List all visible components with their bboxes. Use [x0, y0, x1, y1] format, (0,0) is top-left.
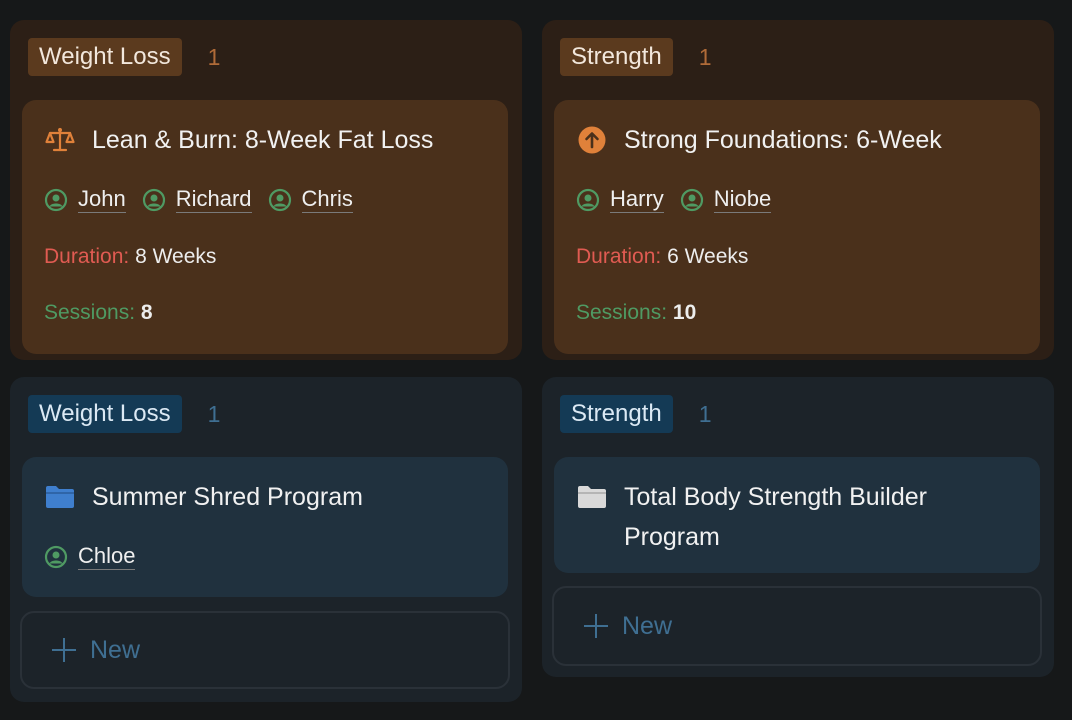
person-icon: [680, 188, 704, 212]
scale-icon: [44, 120, 76, 160]
arrow-up-circle-icon: [576, 120, 608, 160]
board-card[interactable]: Total Body Strength Builder Program: [554, 457, 1040, 573]
person-list: Chloe: [44, 543, 151, 570]
card-title-text: Summer Shred Program: [92, 483, 363, 511]
group-column-strength: Strength 1 Total Body Strength Builder P…: [542, 377, 1054, 677]
duration-value: 8 Weeks: [135, 245, 217, 268]
person-name: John: [78, 186, 126, 213]
person-icon: [576, 188, 600, 212]
person-icon: [142, 188, 166, 212]
group-count: 1: [207, 400, 221, 427]
person-chip[interactable]: Richard: [142, 186, 252, 213]
group-header[interactable]: Weight Loss 1: [28, 395, 220, 433]
board-card[interactable]: Summer Shred Program Chloe: [22, 457, 508, 597]
board-view: Weight Loss 1 Lean & Burn: 8-Week Fat Lo…: [0, 0, 1072, 720]
group-tag: Strength: [560, 38, 673, 76]
card-title: Summer Shred Program: [44, 477, 363, 517]
sessions-value: 8: [140, 301, 153, 324]
duration-property: Duration: 6 Weeks: [576, 245, 748, 269]
folder-icon: [576, 477, 608, 517]
person-chip[interactable]: Chris: [268, 186, 353, 213]
sessions-value: 10: [672, 301, 697, 324]
person-name: Chloe: [78, 543, 136, 570]
sessions-property: Sessions: 10: [576, 301, 696, 325]
plus-icon: [52, 638, 76, 662]
board-card[interactable]: Lean & Burn: 8-Week Fat Loss John Richar…: [22, 100, 508, 354]
person-icon: [44, 188, 68, 212]
person-name: Harry: [610, 186, 664, 213]
person-chip[interactable]: Chloe: [44, 543, 136, 570]
group-column-weight-loss: Weight Loss 1 Summer Shred Program Chloe: [10, 377, 522, 702]
card-title: Total Body Strength Builder Program: [576, 477, 927, 557]
group-count: 1: [698, 43, 712, 70]
group-header[interactable]: Strength 1: [560, 395, 712, 433]
group-tag: Strength: [560, 395, 673, 433]
group-column-strength: Strength 1 Strong Foundations: 6-Week Ha…: [542, 20, 1054, 360]
group-header[interactable]: Strength 1: [560, 38, 712, 76]
plus-icon: [584, 614, 608, 638]
new-card-label: New: [622, 611, 673, 640]
group-tag: Weight Loss: [28, 395, 182, 433]
person-list: Harry Niobe: [576, 186, 787, 213]
person-chip[interactable]: John: [44, 186, 126, 213]
person-chip[interactable]: Harry: [576, 186, 664, 213]
person-icon: [268, 188, 292, 212]
group-tag: Weight Loss: [28, 38, 182, 76]
person-name: Chris: [301, 186, 353, 213]
sessions-label: Sessions:: [576, 301, 668, 324]
sessions-property: Sessions: 8: [44, 301, 153, 325]
card-title-text: Strong Foundations: 6-Week: [624, 126, 942, 154]
person-chip[interactable]: Niobe: [680, 186, 772, 213]
duration-property: Duration: 8 Weeks: [44, 245, 216, 269]
new-card-button[interactable]: New: [20, 611, 510, 689]
sessions-label: Sessions:: [44, 301, 136, 324]
person-name: Niobe: [713, 186, 772, 213]
duration-value: 6 Weeks: [667, 245, 749, 268]
card-title-line: Program: [624, 523, 720, 551]
person-icon: [44, 545, 68, 569]
card-title-line: Total Body Strength Builder: [624, 483, 927, 511]
card-title-text: Lean & Burn: 8-Week Fat Loss: [92, 126, 434, 154]
group-header[interactable]: Weight Loss 1: [28, 38, 220, 76]
person-name: Richard: [175, 186, 252, 213]
group-count: 1: [207, 43, 221, 70]
new-card-button[interactable]: New: [552, 586, 1042, 666]
person-list: John Richard Chris: [44, 186, 369, 213]
group-column-weight-loss: Weight Loss 1 Lean & Burn: 8-Week Fat Lo…: [10, 20, 522, 360]
card-title: Lean & Burn: 8-Week Fat Loss: [44, 120, 433, 160]
folder-icon: [44, 477, 76, 517]
group-count: 1: [698, 400, 712, 427]
duration-label: Duration:: [44, 245, 130, 268]
duration-label: Duration:: [576, 245, 662, 268]
card-title: Strong Foundations: 6-Week: [576, 120, 942, 160]
card-title-text: Total Body Strength Builder Program: [624, 477, 927, 557]
new-card-label: New: [90, 635, 141, 664]
board-card[interactable]: Strong Foundations: 6-Week Harry Niobe D…: [554, 100, 1040, 354]
